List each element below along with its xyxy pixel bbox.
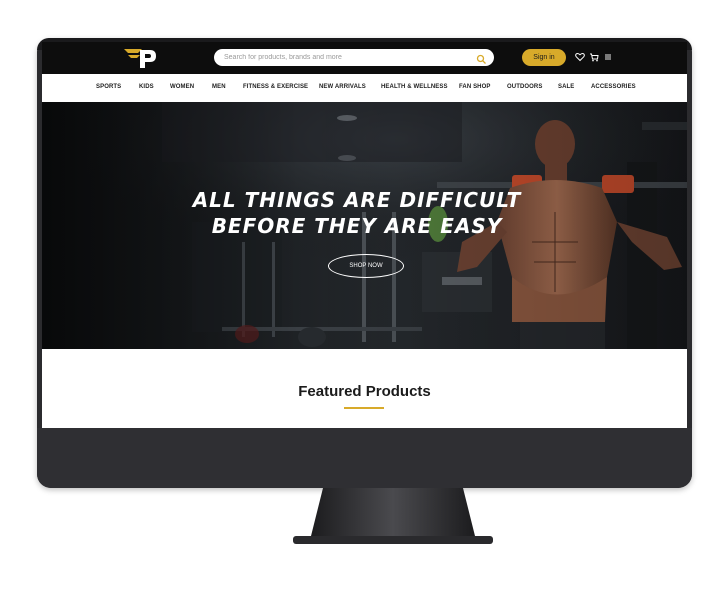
search-bar (214, 49, 494, 66)
signin-button[interactable]: Sign in (522, 49, 566, 66)
nav-item-new-arrivals[interactable]: NEW ARRIVALS (319, 84, 366, 90)
featured-products-heading: Featured Products (298, 383, 431, 400)
cart-icon[interactable] (589, 52, 599, 63)
nav-item-accessories[interactable]: ACCESSORIES (591, 84, 636, 90)
monitor-chin (37, 428, 692, 488)
nav-item-outdoors[interactable]: OUTDOORS (507, 84, 542, 90)
nav-item-health-wellness[interactable]: HEALTH & WELLNESS (381, 84, 448, 90)
nav-item-fan-shop[interactable]: FAN SHOP (459, 84, 490, 90)
search-input[interactable] (224, 51, 474, 64)
hero-headline-line2: BEFORE THEY ARE EASY (211, 214, 503, 238)
monitor-stand (293, 488, 493, 546)
hero-headline-line1: ALL THINGS ARE DIFFICULT (192, 188, 522, 212)
search-icon[interactable] (476, 52, 487, 64)
nav-item-sale[interactable]: SALE (558, 84, 574, 90)
featured-section: Featured Products (42, 349, 687, 428)
logo-icon[interactable] (122, 46, 158, 70)
website-screen: Sign in SPORTS KIDS WOMEN MEN FITNESS (42, 42, 687, 428)
nav-item-women[interactable]: WOMEN (170, 84, 194, 90)
heart-icon[interactable] (575, 52, 585, 63)
nav-item-men[interactable]: MEN (212, 84, 226, 90)
heading-underline (344, 407, 384, 409)
nav-item-kids[interactable]: KIDS (139, 84, 154, 90)
nav-item-fitness-exercise[interactable]: FITNESS & EXERCISE (243, 84, 308, 90)
hero-banner: ALL THINGS ARE DIFFICULT BEFORE THEY ARE… (42, 102, 687, 349)
nav-item-sports[interactable]: SPORTS (96, 84, 121, 90)
category-nav: SPORTS KIDS WOMEN MEN FITNESS & EXERCISE… (42, 74, 687, 103)
site-header: Sign in (42, 42, 687, 74)
menu-icon[interactable] (603, 52, 613, 63)
shop-now-button[interactable]: SHOP NOW (328, 254, 404, 278)
